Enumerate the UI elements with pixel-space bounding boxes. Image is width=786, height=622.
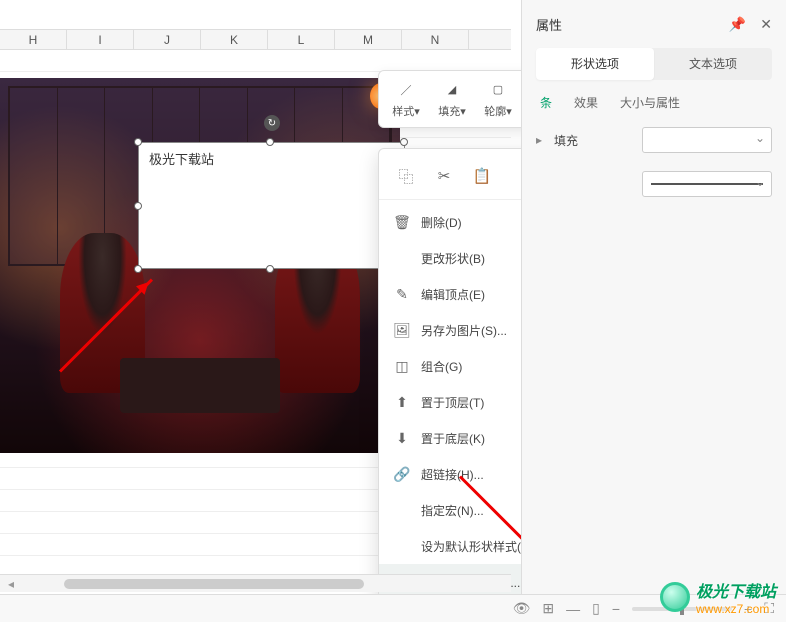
grid-view-icon[interactable]: ⊞ <box>542 600 554 617</box>
edit-points-icon: ✎ <box>393 286 411 303</box>
subtab-size[interactable]: 大小与属性 <box>620 94 680 111</box>
group-icon: ◫ <box>393 358 411 375</box>
col-m[interactable]: M <box>335 30 402 49</box>
col-j[interactable]: J <box>134 30 201 49</box>
style-label: 样式▾ <box>392 103 420 119</box>
globe-icon <box>660 582 690 612</box>
copy-icon[interactable]: ⿻ <box>395 165 417 187</box>
col-i[interactable]: I <box>67 30 134 49</box>
outline-button[interactable]: ▢ 轮廓▾ <box>475 75 521 123</box>
col-l[interactable]: L <box>268 30 335 49</box>
fill-color-select[interactable] <box>642 127 772 153</box>
fill-button[interactable]: ◢ 填充▾ <box>429 75 475 123</box>
page-view-icon[interactable]: ▯ <box>592 600 600 617</box>
watermark-name: 极光下载站 <box>696 584 776 601</box>
chevron-icon[interactable]: ▸ <box>536 133 546 147</box>
resize-handle-nw[interactable] <box>134 138 142 146</box>
outline-label: 轮廓▾ <box>484 103 512 119</box>
resize-handle-w[interactable] <box>134 202 142 210</box>
resize-handle-n[interactable] <box>266 138 274 146</box>
properties-panel: 属性 📌 ✕ 形状选项 文本选项 条 效果 大小与属性 ▸ 填充 <box>521 0 786 622</box>
horizontal-scrollbar[interactable]: ◂ <box>0 574 511 592</box>
zoom-out-icon[interactable]: − <box>612 601 620 617</box>
panel-tabs: 形状选项 文本选项 <box>536 48 772 80</box>
fill-label: 填充▾ <box>438 103 466 119</box>
resize-handle-ne[interactable] <box>400 138 408 146</box>
paste-icon[interactable]: 📋 <box>471 165 493 187</box>
col-k[interactable]: K <box>201 30 268 49</box>
subtab-fill-line[interactable]: 条 <box>540 94 552 111</box>
subtab-effect[interactable]: 效果 <box>574 94 598 111</box>
style-button[interactable]: ／ 样式▾ <box>383 75 429 123</box>
send-back-icon: ⬇ <box>393 430 411 447</box>
bring-front-icon: ⬆ <box>393 394 411 411</box>
formula-bar[interactable] <box>0 0 511 30</box>
cut-icon[interactable]: ✂ <box>433 165 455 187</box>
resize-handle-s[interactable] <box>266 265 274 273</box>
line-style-select[interactable] <box>642 171 772 197</box>
rotate-handle-icon[interactable]: ↻ <box>264 115 280 131</box>
column-headers: H I J K L M N <box>0 30 511 50</box>
trash-icon: 🗑 <box>393 214 411 231</box>
brush-icon: ／ <box>396 80 416 100</box>
col-h[interactable]: H <box>0 30 67 49</box>
watermark-url: www.xz7.com <box>696 602 776 616</box>
text-box-shape[interactable]: 极光下载站 <box>138 142 405 269</box>
outline-icon: ▢ <box>488 80 508 100</box>
close-icon[interactable]: ✕ <box>760 16 772 33</box>
resize-handle-sw[interactable] <box>134 265 142 273</box>
fill-label: 填充 <box>554 132 578 149</box>
image-icon: 🖼 <box>393 322 411 339</box>
scrollbar-thumb[interactable] <box>64 579 364 589</box>
link-icon: 🔗 <box>393 466 411 483</box>
watermark: 极光下载站 www.xz7.com <box>660 578 776 616</box>
tab-text-options[interactable]: 文本选项 <box>654 48 772 80</box>
col-n[interactable]: N <box>402 30 469 49</box>
panel-title: 属性 <box>536 15 562 34</box>
line-icon[interactable]: — <box>566 601 580 617</box>
eye-icon[interactable]: 👁 <box>513 600 531 617</box>
panel-subtabs: 条 效果 大小与属性 <box>536 94 772 111</box>
tab-shape-options[interactable]: 形状选项 <box>536 48 654 80</box>
bucket-icon: ◢ <box>442 80 462 100</box>
pin-icon[interactable]: 📌 <box>729 16 746 33</box>
